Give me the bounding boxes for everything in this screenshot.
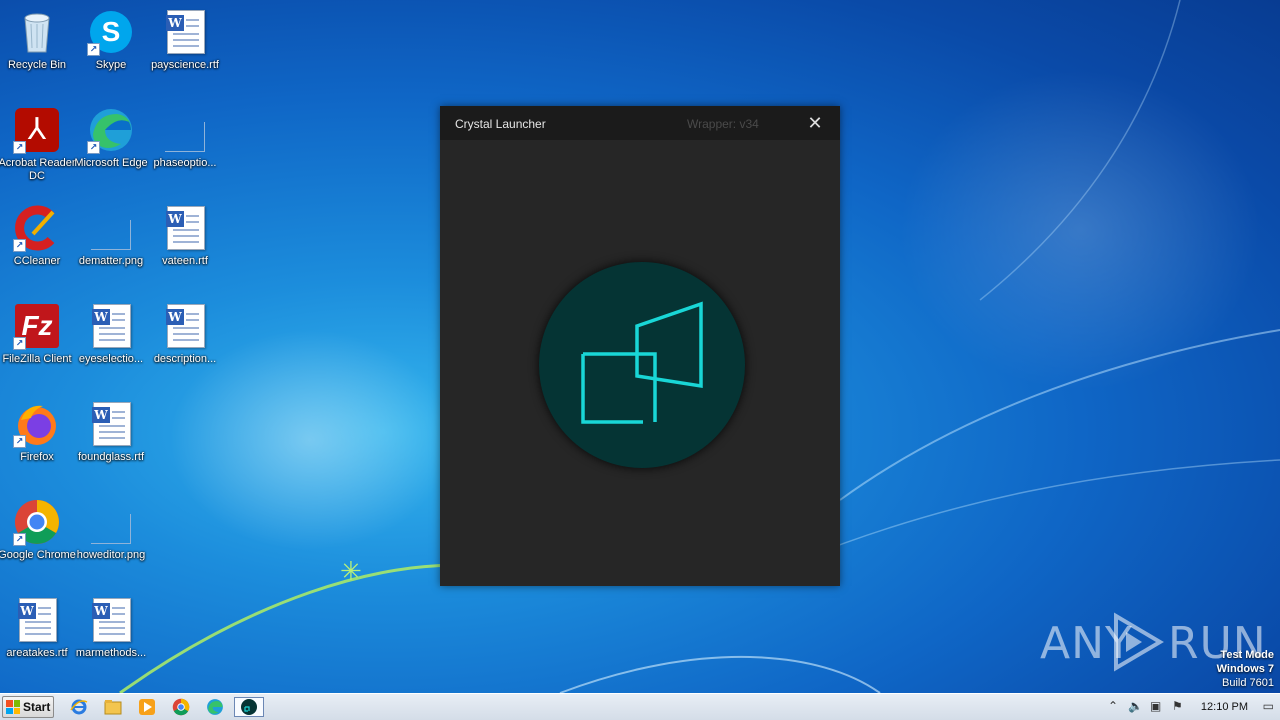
test-mode-label: Test Mode [1220,649,1274,661]
image-file-icon [87,204,135,252]
desktop-icon-chrome[interactable]: ↗ Google Chrome [0,492,76,582]
word-document-icon: W [161,204,209,252]
desktop-icon-label: Skype [95,59,127,71]
crystal-launcher-window: Crystal Launcher Wrapper: v34 ✕ [440,106,840,586]
network-icon[interactable]: ▣ [1150,699,1161,713]
desktop-icons: Recycle Bin ⅄ ↗ Acrobat Reader DC ↗ CCle… [0,0,240,693]
desktop-icon-label: dematter.png [78,255,144,267]
word-document-icon: W [13,596,61,644]
desktop-icon-label: foundglass.rtf [77,451,145,463]
taskbar-edge[interactable] [204,697,226,717]
start-label: Start [23,700,51,714]
edge-icon [207,699,223,715]
desktop-icon-label: eyeselectio... [78,353,144,365]
skype-icon: S ↗ [87,8,135,56]
desktop-icon-label: Microsoft Edge [74,157,148,169]
edge-icon: ↗ [87,106,135,154]
desktop-icon-label: marmethods... [75,647,147,659]
image-file-icon [87,498,135,546]
chrome-icon [172,698,190,716]
internet-explorer-icon [70,699,88,715]
windows-flag-icon [6,700,20,714]
word-document-icon: W [87,596,135,644]
crystal-logo [539,262,745,468]
svg-text:✳: ✳ [340,556,362,586]
image-file-icon [161,106,209,154]
volume-icon[interactable]: 🔈 [1128,699,1143,713]
word-document-icon: W [87,302,135,350]
filezilla-icon: Fz ↗ [13,302,61,350]
desktop-icon-label: Recycle Bin [7,59,67,71]
acrobat-icon: ⅄ ↗ [13,106,61,154]
word-document-icon: W [87,400,135,448]
anyrun-watermark: ANY RUN [1040,612,1266,672]
desktop-icon-howeditor[interactable]: howeditor.png [74,492,148,582]
desktop-icon-skype[interactable]: S ↗ Skype [74,2,148,92]
version-label: Wrapper: v34 [687,117,759,131]
desktop-icon-label: areatakes.rtf [6,647,68,659]
desktop-icon-phaseoptio[interactable]: phaseoptio... [148,100,222,190]
desktop-icon-label: description... [153,353,217,365]
show-desktop-icon[interactable]: ▭ [1263,699,1274,713]
desktop-icon-payscience[interactable]: W payscience.rtf [148,2,222,92]
desktop-icon-areatakes[interactable]: W areatakes.rtf [0,590,74,680]
desktop-icon-label: CCleaner [13,255,61,267]
desktop-icon-filezilla[interactable]: Fz ↗ FileZilla Client [0,296,74,386]
desktop-icon-label: howeditor.png [76,549,146,561]
folder-icon [104,700,122,715]
desktop-icon-description[interactable]: W description... [148,296,222,386]
os-label: Windows 7 [1216,663,1274,675]
desktop-icon-ccleaner[interactable]: ↗ CCleaner [0,198,74,288]
desktop-icon-label: vateen.rtf [162,255,208,267]
desktop-icon-marmethods[interactable]: W marmethods... [74,590,148,680]
desktop-icon-acrobat[interactable]: ⅄ ↗ Acrobat Reader DC [0,100,76,190]
desktop-icon-label: FileZilla Client [2,353,72,365]
desktop-icon-vateen[interactable]: W vateen.rtf [148,198,222,288]
action-center-flag-icon[interactable]: ⚑ [1172,699,1183,713]
build-label: Build 7601 [1222,677,1274,689]
start-button[interactable]: Start [2,696,54,718]
taskbar-media-player[interactable] [136,697,158,717]
titlebar[interactable]: Crystal Launcher Wrapper: v34 ✕ [440,106,840,140]
taskbar-chrome[interactable] [170,697,192,717]
ccleaner-icon: ↗ [13,204,61,252]
firefox-icon: ↗ [13,400,61,448]
desktop-icon-recycle-bin[interactable]: Recycle Bin [0,2,74,92]
system-tray: ⌃ 🔈 ▣ ⚑ 12:10 PM ▭ [1100,694,1280,720]
desktop-icon-label: Google Chrome [0,549,76,561]
word-document-icon: W [161,8,209,56]
desktop-icon-foundglass[interactable]: W foundglass.rtf [74,394,148,484]
desktop-icon-dematter[interactable]: dematter.png [74,198,148,288]
desktop-icon-eyeselection[interactable]: W eyeselectio... [74,296,148,386]
recycle-bin-icon [13,8,61,56]
desktop-icon-edge[interactable]: ↗ Microsoft Edge [74,100,148,190]
show-hidden-icons-icon[interactable]: ⌃ [1108,699,1118,713]
desktop-icon-firefox[interactable]: ↗ Firefox [0,394,74,484]
close-button[interactable]: ✕ [790,106,840,140]
desktop-icon-label: payscience.rtf [151,59,219,71]
taskbar-crystal-launcher[interactable] [234,697,264,717]
window-title: Crystal Launcher [455,117,546,131]
clock[interactable]: 12:10 PM [1201,701,1248,713]
desktop-icon-label: phaseoptio... [153,157,217,169]
crystal-logo-icon [581,301,703,424]
taskbar-explorer[interactable] [102,697,124,717]
taskbar-internet-explorer[interactable] [68,697,90,717]
desktop-icon-label: Acrobat Reader DC [0,157,76,182]
chrome-icon: ↗ [13,498,61,546]
test-mode-notice: Test Mode Windows 7 Build 7601 [1217,648,1274,690]
word-document-icon: W [161,302,209,350]
taskbar: Start ⌃ 🔈 ▣ ⚑ 12:10 PM ▭ [0,693,1280,720]
close-icon: ✕ [807,112,823,133]
desktop-icon-label: Firefox [20,451,54,463]
crystal-launcher-icon [241,699,257,715]
media-player-icon [139,699,155,715]
play-logo-icon [1114,612,1164,672]
